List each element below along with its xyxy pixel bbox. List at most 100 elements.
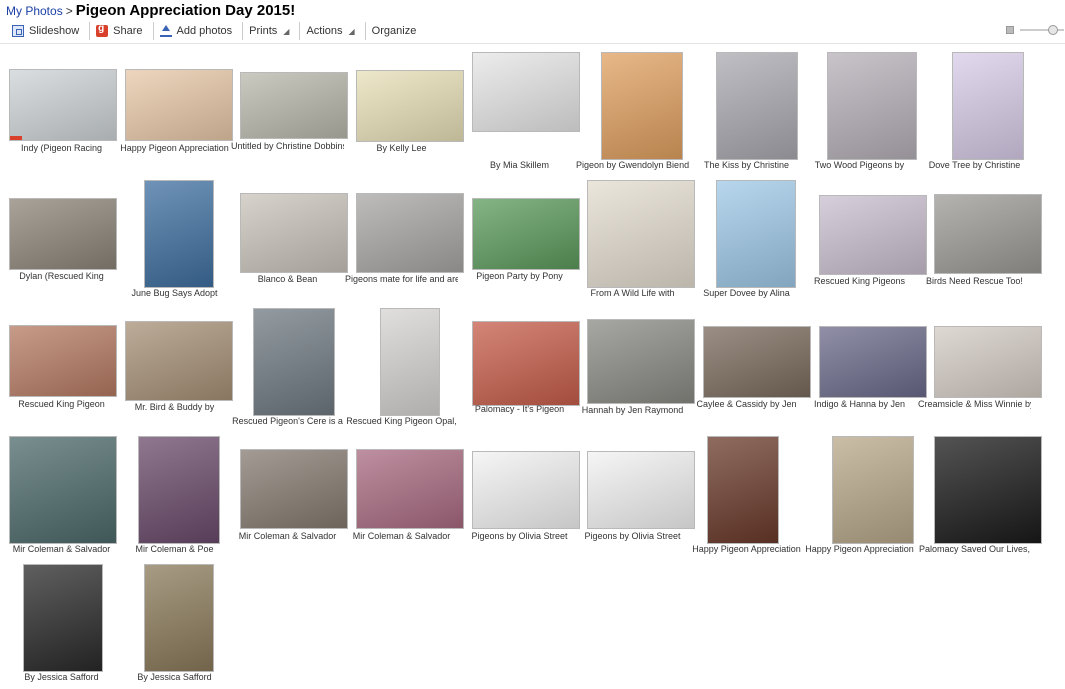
photo-tile[interactable]: Super Dovee by Alina [690,180,803,298]
photo-thumbnail[interactable] [819,195,927,275]
photo-tile[interactable]: Pigeons mate for life and are [345,180,464,292]
photo-caption[interactable]: Mir Coleman & Salvador [345,531,458,542]
photo-thumbnail[interactable] [827,52,917,160]
photo-tile[interactable]: Rescued Pigeon's Cere is a [231,308,344,426]
photo-tile[interactable]: Mir Coleman & Poe [118,436,231,554]
photo-tile[interactable]: June Bug Says Adopt [118,180,231,298]
photo-caption[interactable]: Pigeon by Gwendolyn Biendl [576,160,689,171]
photo-tile[interactable]: Palomacy - It's Pigeon [463,308,580,420]
photo-thumbnail[interactable] [472,52,580,132]
photo-caption[interactable]: Mir Coleman & Salvador [5,544,118,555]
photo-tile[interactable]: Untitled by Christine Dobbins [231,52,348,164]
photo-thumbnail[interactable] [472,451,580,529]
photo-tile[interactable]: Hannah by Jen Raymond [576,308,695,420]
photo-thumbnail[interactable] [240,193,348,273]
photo-caption[interactable]: From A Wild Life with [576,288,689,299]
photo-caption[interactable]: Dylan (Rescued King [5,271,118,282]
photo-thumbnail[interactable] [472,321,580,406]
photo-thumbnail[interactable] [952,52,1024,160]
photo-caption[interactable]: Pigeons by Olivia Street [576,531,689,542]
photo-thumbnail[interactable] [832,436,914,544]
photo-caption[interactable]: Two Wood Pigeons by [803,160,916,171]
photo-caption[interactable]: Happy Pigeon Appreciation [803,544,916,555]
photo-thumbnail[interactable] [23,564,103,672]
photo-tile[interactable]: Two Wood Pigeons by [803,52,917,170]
photo-tile[interactable]: By Kelly Lee [345,52,464,164]
photo-caption[interactable]: June Bug Says Adopt [118,288,231,299]
photo-caption[interactable]: Hannah by Jen Raymond [576,405,689,416]
photo-caption[interactable]: Creamsicle & Miss Winnie by [918,399,1031,410]
photo-thumbnail[interactable] [138,436,220,544]
photo-thumbnail[interactable] [125,69,233,141]
photo-thumbnail[interactable] [125,321,233,401]
photo-tile[interactable]: By Mia Skillem [463,52,580,170]
photo-tile[interactable]: By Jessica Safford [118,564,231,682]
photo-caption[interactable]: The Kiss by Christine [690,160,803,171]
photo-thumbnail[interactable] [144,564,214,672]
photo-tile[interactable]: Pigeons by Olivia Street [576,436,695,548]
photo-tile[interactable]: By Jessica Safford [5,564,118,682]
photo-tile[interactable]: Pigeon Party by Pony [463,180,580,292]
photo-tile[interactable]: Mir Coleman & Salvador [231,436,348,548]
photo-caption[interactable]: Blanco & Bean [231,274,344,285]
photo-thumbnail[interactable] [144,180,214,288]
photo-tile[interactable]: Mir Coleman & Salvador [5,436,118,554]
photo-tile[interactable]: Mr. Bird & Buddy by [118,308,233,420]
photo-caption[interactable]: Rescued Pigeon's Cere is a [231,416,344,427]
photo-tile[interactable]: Rescued King Pigeon Opal, [345,308,458,426]
photo-caption[interactable]: Indigo & Hanna by Jen [803,399,916,410]
photo-thumbnail[interactable] [240,72,348,139]
photo-thumbnail[interactable] [253,308,335,416]
photo-tile[interactable]: Birds Need Rescue Too! [918,180,1042,292]
photo-caption[interactable]: By Jessica Safford [5,672,118,683]
photo-thumbnail[interactable] [356,449,464,529]
photo-caption[interactable]: Happy Pigeon Appreciation [118,143,231,154]
photo-thumbnail[interactable] [380,308,440,416]
photo-caption[interactable]: Mir Coleman & Salvador [231,531,344,542]
photo-tile[interactable]: Pigeons by Olivia Street [463,436,580,548]
photo-tile[interactable]: Dove Tree by Christine [918,52,1031,170]
photo-thumbnail[interactable] [716,180,796,288]
photo-thumbnail[interactable] [601,52,683,160]
photo-thumbnail[interactable] [356,193,464,273]
photo-tile[interactable]: Indigo & Hanna by Jen [803,308,927,420]
photo-thumbnail[interactable] [9,198,117,270]
photo-tile[interactable]: The Kiss by Christine [690,52,803,170]
photo-tile[interactable]: Rescued King Pigeon [5,308,118,420]
photo-tile[interactable]: Happy Pigeon Appreciation [690,436,803,554]
photo-caption[interactable]: Super Dovee by Alina [690,288,803,299]
photo-caption[interactable]: By Mia Skillem [463,160,576,171]
photo-thumbnail[interactable] [707,436,779,544]
photo-tile[interactable]: Indy (Pigeon Racing [5,52,118,164]
photo-thumbnail[interactable] [934,436,1042,544]
photo-tile[interactable]: Caylee & Cassidy by Jen [690,308,811,420]
photo-caption[interactable]: Caylee & Cassidy by Jen [690,399,803,410]
photo-thumbnail[interactable] [9,436,117,544]
photo-thumbnail[interactable] [587,319,695,404]
photo-thumbnail[interactable] [356,70,464,142]
photo-caption[interactable]: Dove Tree by Christine [918,160,1031,171]
photo-caption[interactable]: Untitled by Christine Dobbins [231,141,344,152]
photo-thumbnail[interactable] [587,451,695,529]
photo-tile[interactable]: Rescued King Pigeons [803,180,927,292]
photo-thumbnail[interactable] [472,198,580,270]
photo-caption[interactable]: Palomacy - It's Pigeon [463,404,576,415]
photo-tile[interactable]: Pigeon by Gwendolyn Biendl [576,52,689,170]
photo-tile[interactable]: Blanco & Bean [231,180,348,292]
photo-thumbnail[interactable] [9,325,117,397]
photo-thumbnail[interactable] [934,194,1042,274]
photo-caption[interactable]: Rescued King Pigeon Opal, [345,416,458,427]
photo-thumbnail[interactable] [587,180,695,288]
photo-caption[interactable]: By Kelly Lee [345,143,458,154]
photo-tile[interactable]: Dylan (Rescued King [5,180,118,292]
photo-thumbnail[interactable] [934,326,1042,398]
photo-tile[interactable]: Mir Coleman & Salvador [345,436,464,548]
photo-tile[interactable]: Creamsicle & Miss Winnie by [918,308,1042,420]
photo-caption[interactable]: Rescued King Pigeons [803,276,916,287]
photo-caption[interactable]: Palomacy Saved Our Lives, [918,544,1031,555]
photo-thumbnail[interactable] [240,449,348,529]
photo-caption[interactable]: Birds Need Rescue Too! [918,276,1031,287]
photo-tile[interactable]: Happy Pigeon Appreciation [803,436,916,554]
photo-caption[interactable]: Pigeons by Olivia Street [463,531,576,542]
photo-caption[interactable]: Pigeons mate for life and are [345,274,458,285]
